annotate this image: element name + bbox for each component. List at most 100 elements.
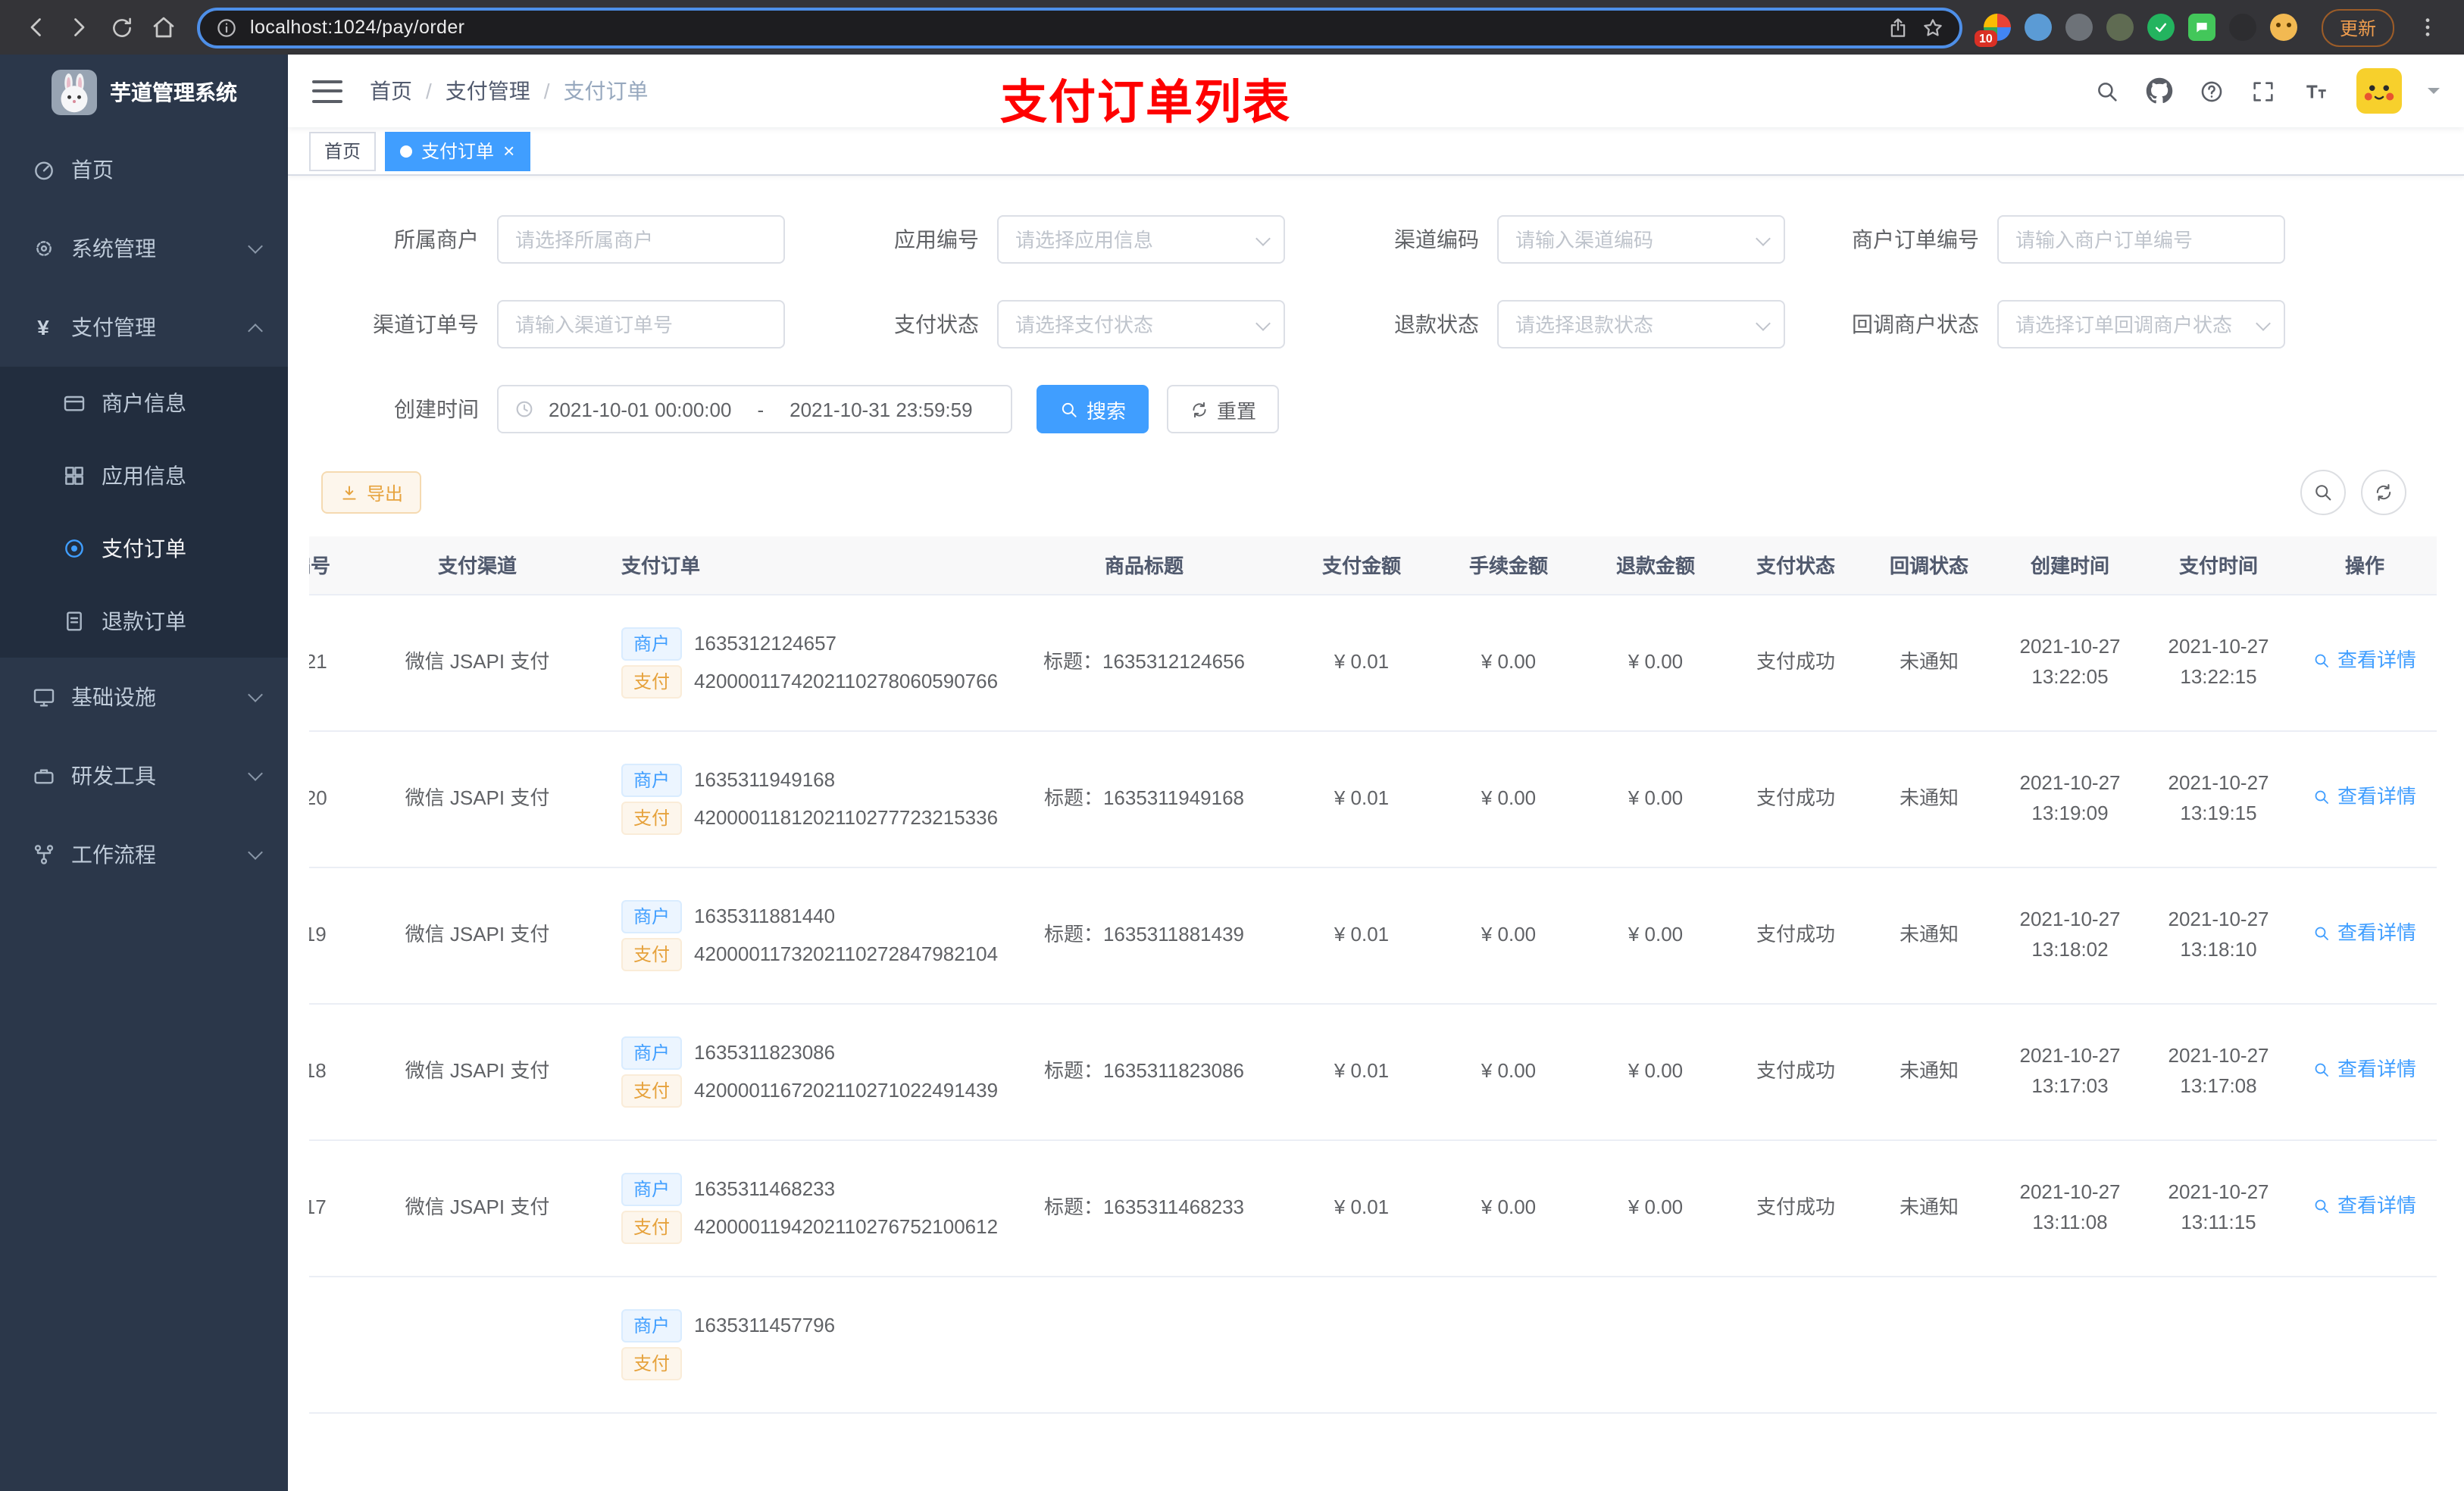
home-button[interactable]	[142, 6, 185, 48]
hamburger-icon[interactable]	[312, 80, 342, 102]
export-button[interactable]: 导出	[321, 471, 422, 514]
merchant-order-no: 1635311468233	[694, 1177, 836, 1199]
logo-link[interactable]: 芋道管理系统	[0, 55, 288, 130]
breadcrumb-payment[interactable]: 支付管理	[446, 76, 530, 106]
sidebar-item-infra[interactable]: 基础设施	[0, 658, 288, 736]
date-end: 2021-10-31 23:59:59	[790, 398, 973, 420]
cell-create-time	[1996, 1276, 2144, 1413]
back-button[interactable]	[15, 6, 58, 48]
cell-pay-time: 2021-10-27 13:17:08	[2144, 1003, 2293, 1140]
view-detail-link[interactable]: 查看详情	[2313, 645, 2416, 676]
bookmark-star-icon[interactable]	[1921, 16, 1944, 39]
date-range-picker[interactable]: 2021-10-01 00:00:00 - 2021-10-31 23:59:5…	[497, 385, 1012, 433]
cell-action: 查看详情	[2293, 1139, 2437, 1277]
breadcrumb-home[interactable]: 首页	[370, 76, 412, 106]
cell-refund	[1582, 1276, 1729, 1413]
merchant-input[interactable]	[497, 215, 785, 264]
refresh-icon[interactable]	[2361, 470, 2406, 515]
channel-order-no-input[interactable]	[497, 300, 785, 349]
extension-olive-icon[interactable]	[2106, 14, 2134, 41]
help-icon[interactable]	[2199, 78, 2225, 104]
sidebar-item-home[interactable]: 首页	[0, 130, 288, 209]
caret-down-icon[interactable]	[2428, 88, 2440, 100]
avatar[interactable]	[2356, 68, 2402, 114]
view-detail-label: 查看详情	[2337, 1058, 2416, 1080]
update-button[interactable]: 更新	[2321, 8, 2394, 46]
fullscreen-icon[interactable]	[2250, 78, 2276, 104]
view-detail-label: 查看详情	[2337, 649, 2416, 671]
extension-dark-icon[interactable]	[2228, 14, 2256, 41]
merchant-tag: 商户	[621, 763, 683, 796]
cell-pay-order: 商户 1635311881440 支付 4200001173202110272847…	[591, 867, 1000, 1004]
table-toolbar: 导出	[309, 470, 2443, 515]
close-icon[interactable]	[503, 141, 514, 161]
grid-icon	[61, 464, 86, 488]
github-icon[interactable]	[2146, 77, 2173, 105]
sidebar-item-refund-order[interactable]: 退款订单	[0, 585, 288, 658]
main-area: 支付订单列表 首页 / 支付管理 / 支付订单 首页 支付订单 × 所属商户 请…	[288, 55, 2464, 1491]
extension-emoji-icon[interactable]	[2269, 14, 2297, 41]
browser-chrome: localhost:1024/pay/order 10 更新	[0, 0, 2464, 55]
date-start: 2021-10-01 00:00:00	[549, 398, 732, 420]
forward-button[interactable]	[58, 6, 100, 48]
extension-blue-icon[interactable]	[2024, 14, 2052, 41]
view-detail-link[interactable]: 查看详情	[2313, 1055, 2416, 1085]
extension-gray-icon[interactable]	[2065, 14, 2093, 41]
sidebar-item-merchant-info[interactable]: 商户信息	[0, 367, 288, 439]
merchant-order-no-input[interactable]	[1997, 215, 2285, 264]
cell-notify: 未通知	[1862, 867, 1996, 1004]
channel-order-no: 4200001167202110271022491439	[694, 1078, 999, 1101]
sidebar-item-devtools[interactable]: 研发工具	[0, 736, 288, 815]
filter-pay-status: 支付状态	[843, 300, 1285, 349]
view-detail-link[interactable]: 查看详情	[2313, 918, 2416, 949]
notify-status-select[interactable]	[1997, 300, 2285, 349]
cell-amount	[1288, 1276, 1435, 1413]
chevron-down-icon	[248, 845, 263, 860]
sidebar-item-label: 首页	[71, 158, 114, 182]
flow-icon	[30, 842, 56, 867]
sidebar-item-workflow[interactable]: 工作流程	[0, 815, 288, 894]
view-detail-link[interactable]: 查看详情	[2313, 782, 2416, 812]
menu-kebab-icon[interactable]	[2406, 6, 2449, 48]
cell-create-time: 2021-10-27 13:18:02	[1996, 867, 2144, 1004]
search-icon[interactable]	[2094, 78, 2120, 104]
refund-status-select[interactable]	[1497, 300, 1785, 349]
cell-title	[1000, 1276, 1288, 1413]
cell-pay-time: 2021-10-27 13:19:15	[2144, 730, 2293, 867]
toggle-search-icon[interactable]	[2300, 470, 2346, 515]
sidebar: 芋道管理系统 首页 系统管理 支付管理 商户信息	[0, 55, 288, 1491]
search-button-label: 搜索	[1087, 399, 1127, 422]
merchant-tag: 商户	[621, 627, 683, 660]
tag-pay-order[interactable]: 支付订单	[385, 131, 530, 170]
filter-refund-status: 退款状态	[1343, 300, 1785, 349]
filter-app-no: 应用编号	[843, 215, 1285, 264]
cell-pay-time: 2021-10-27 13:11:15	[2144, 1139, 2293, 1277]
site-info-icon[interactable]	[215, 16, 238, 39]
sidebar-item-app-info[interactable]: 应用信息	[0, 439, 288, 512]
tag-home[interactable]: 首页	[309, 131, 377, 170]
reset-button-label: 重置	[1217, 399, 1257, 422]
reload-button[interactable]	[100, 6, 142, 48]
view-detail-link[interactable]: 查看详情	[2313, 1191, 2416, 1221]
reset-button[interactable]: 重置	[1167, 385, 1280, 433]
sidebar-item-label: 系统管理	[71, 236, 156, 261]
app-no-select[interactable]	[997, 215, 1285, 264]
sidebar-item-pay-order[interactable]: 支付订单	[0, 512, 288, 585]
sidebar-item-label: 退款订单	[102, 609, 186, 633]
channel-code-select[interactable]	[1497, 215, 1785, 264]
orders-table: 编号 支付渠道 支付订单 商品标题 支付金额 手续金额 退款金额 支付状态 回调…	[309, 536, 2437, 1413]
share-icon[interactable]	[1887, 16, 1909, 39]
font-size-icon[interactable]	[2302, 78, 2331, 104]
pay-status-select[interactable]	[997, 300, 1285, 349]
sidebar-item-payment[interactable]: 支付管理	[0, 288, 288, 367]
extension-green-check-icon[interactable]	[2147, 14, 2175, 41]
sidebar-item-system[interactable]: 系统管理	[0, 209, 288, 288]
address-bar[interactable]: localhost:1024/pay/order	[197, 7, 1962, 48]
extension-chat-icon[interactable]	[2187, 14, 2215, 41]
extension-puzzle-icon[interactable]: 10	[1974, 14, 2011, 47]
pay-tag: 支付	[621, 801, 683, 834]
col-id: 编号	[309, 536, 364, 595]
chevron-down-icon	[248, 687, 263, 702]
cell-fee: ¥ 0.00	[1435, 1139, 1582, 1277]
search-button[interactable]: 搜索	[1037, 385, 1149, 433]
